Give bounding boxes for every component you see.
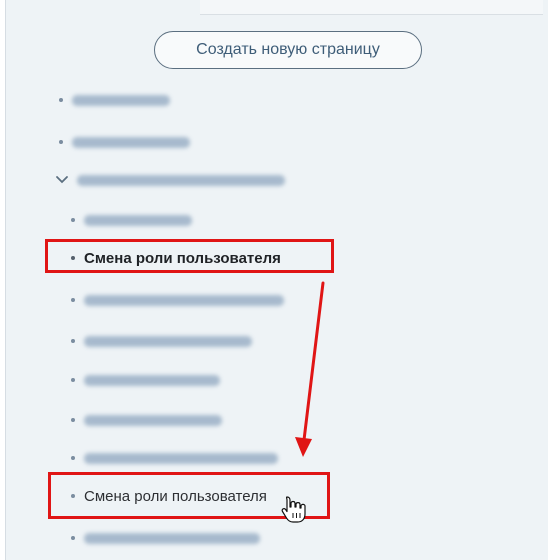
bullet-icon bbox=[71, 218, 75, 222]
tree-child-item[interactable] bbox=[71, 290, 284, 310]
tree-item[interactable] bbox=[59, 90, 170, 110]
tree-child-item[interactable] bbox=[71, 528, 260, 548]
blurred-label bbox=[84, 294, 284, 306]
tree-child-item[interactable] bbox=[71, 410, 222, 430]
blurred-label bbox=[84, 452, 278, 464]
blurred-label bbox=[84, 374, 220, 386]
bullet-icon bbox=[59, 98, 63, 102]
bullet-icon bbox=[71, 536, 75, 540]
bullet-icon bbox=[71, 339, 75, 343]
bullet-icon bbox=[71, 418, 75, 422]
highlight-box-destination bbox=[48, 472, 330, 519]
bullet-icon bbox=[59, 140, 63, 144]
tree-child-item[interactable] bbox=[71, 370, 220, 390]
highlight-box-original bbox=[45, 239, 334, 273]
bullet-icon bbox=[71, 298, 75, 302]
bullet-icon bbox=[71, 378, 75, 382]
blurred-label bbox=[84, 214, 192, 226]
chevron-down-icon[interactable] bbox=[55, 175, 69, 185]
blurred-label bbox=[77, 174, 285, 186]
bullet-icon bbox=[71, 456, 75, 460]
create-page-button[interactable]: Создать новую страницу bbox=[154, 31, 422, 69]
top-divider bbox=[200, 0, 543, 15]
tree-child-item[interactable] bbox=[71, 210, 192, 230]
blurred-label bbox=[84, 335, 252, 347]
blurred-label bbox=[72, 94, 170, 106]
tree-child-item[interactable] bbox=[71, 331, 252, 351]
blurred-label bbox=[84, 414, 222, 426]
blurred-label bbox=[84, 532, 260, 544]
tree-item-expanded[interactable] bbox=[55, 170, 285, 190]
blurred-label bbox=[72, 136, 190, 148]
tree-child-item[interactable] bbox=[71, 448, 278, 468]
tree-item[interactable] bbox=[59, 132, 190, 152]
